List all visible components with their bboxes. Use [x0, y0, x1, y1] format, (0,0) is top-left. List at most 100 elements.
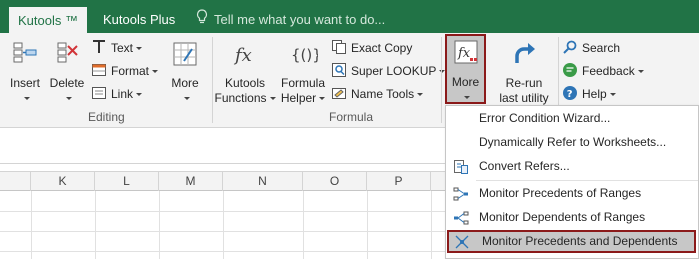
menu-item-dynamically-refer[interactable]: Dynamically Refer to Worksheets... [446, 131, 698, 154]
kutools-functions-button[interactable]: fx Kutools Functions [214, 39, 276, 106]
search-label: Search [582, 41, 621, 55]
rerun-arrow-icon [492, 39, 556, 73]
rerun-label-2: last utility [499, 91, 549, 105]
text-label: Text [111, 41, 134, 55]
dependents-icon [453, 210, 469, 226]
svg-text:{()}: {()} [291, 46, 318, 64]
chevron-down-icon [23, 97, 30, 100]
menu-item-monitor-precedents-dependents[interactable]: Monitor Precedents and Dependents [447, 230, 696, 253]
menu-item-label: Monitor Precedents of Ranges [479, 186, 642, 200]
search-icon [562, 39, 578, 55]
feedback-icon [562, 62, 578, 78]
group-separator [212, 37, 213, 123]
feedback-label: Feedback [582, 64, 635, 78]
menu-item-monitor-dependents[interactable]: Monitor Dependents of Ranges [446, 206, 698, 229]
svg-text:?: ? [567, 89, 573, 100]
link-icon [91, 85, 107, 101]
link-label: Link [111, 87, 134, 101]
link-button[interactable]: Link [91, 84, 143, 104]
menu-item-label: Monitor Precedents and Dependents [482, 234, 678, 248]
precedents-icon [453, 186, 469, 202]
chevron-down-icon [637, 70, 644, 73]
tell-me-search[interactable]: Tell me what you want to do... [196, 6, 385, 33]
exact-copy-button[interactable]: Exact Copy [331, 38, 412, 58]
formula-helper-icon: {()} [278, 39, 328, 73]
rerun-label-1: Re-run [505, 76, 543, 90]
delete-label: Delete [49, 76, 85, 90]
editing-more-label: More [171, 76, 199, 90]
delete-icon [46, 39, 88, 73]
editing-more-button[interactable]: More [163, 39, 207, 106]
insert-label: Insert [9, 76, 40, 90]
chevron-down-icon [609, 93, 616, 96]
kutools-functions-label-2: Functions [214, 91, 267, 105]
formula-more-button[interactable]: fx More [447, 38, 484, 105]
super-lookup-button[interactable]: Super LOOKUP [331, 61, 446, 81]
menu-separator [476, 180, 698, 181]
super-lookup-label: Super LOOKUP [351, 64, 437, 78]
name-tools-label: Name Tools [351, 87, 415, 101]
chevron-down-icon [319, 97, 326, 100]
menu-item-label: Convert Refers... [479, 159, 570, 173]
kutools-functions-label-1: Kutools [224, 76, 266, 90]
text-icon [91, 39, 107, 55]
tell-me-text: Tell me what you want to do... [214, 12, 386, 27]
formula-group-label: Formula [329, 110, 374, 124]
help-icon: ? [562, 85, 578, 101]
fx-more-icon: fx [447, 38, 484, 72]
feedback-button[interactable]: Feedback [562, 61, 644, 81]
menu-item-monitor-precedents[interactable]: Monitor Precedents of Ranges [446, 182, 698, 205]
rerun-last-utility-button[interactable]: Re-run last utility [492, 39, 556, 106]
column-header-o[interactable]: O [303, 172, 367, 191]
menu-item-convert-refers[interactable]: Convert Refers... [446, 155, 698, 178]
ribbon-tab-bar: Kutools ™ Kutools Plus Tell me what you … [0, 0, 699, 33]
format-icon [91, 62, 107, 78]
name-tools-icon [331, 85, 347, 101]
text-button[interactable]: Text [91, 38, 143, 58]
formula-more-label: More [451, 75, 480, 89]
convert-refers-icon [453, 159, 469, 175]
chevron-down-icon [136, 47, 143, 50]
formula-helper-label-2: Helper [280, 91, 317, 105]
name-tools-button[interactable]: Name Tools [331, 84, 424, 104]
lightbulb-icon [196, 6, 210, 33]
exact-copy-label: Exact Copy [351, 41, 413, 55]
format-button[interactable]: Format [91, 61, 159, 81]
format-label: Format [111, 64, 150, 78]
precedents-dependents-icon [454, 234, 470, 250]
chevron-down-icon [417, 93, 424, 96]
column-header-p[interactable]: P [367, 172, 431, 191]
search-button[interactable]: Search [562, 38, 620, 58]
insert-button[interactable]: Insert [6, 39, 44, 106]
tab-kutools[interactable]: Kutools ™ [9, 7, 87, 33]
column-header-l[interactable]: L [95, 172, 159, 191]
menu-item-label: Error Condition Wizard... [479, 111, 611, 125]
formula-helper-label-1: Formula [280, 76, 325, 90]
column-header-k[interactable]: K [31, 172, 95, 191]
menu-item-label: Dynamically Refer to Worksheets... [479, 135, 667, 149]
chevron-down-icon [269, 97, 276, 100]
delete-button[interactable]: Delete [46, 39, 88, 106]
group-separator [441, 37, 442, 123]
more-dropdown-menu: Error Condition Wizard... Dynamically Re… [445, 105, 699, 259]
tab-kutools-plus[interactable]: Kutools Plus [103, 6, 175, 33]
more-grid-icon [163, 39, 207, 73]
help-button[interactable]: ? Help [562, 84, 616, 104]
chevron-down-icon [464, 96, 470, 99]
column-header-partial[interactable] [0, 172, 31, 191]
svg-text:fx: fx [457, 46, 471, 61]
formula-helper-button[interactable]: {()} FormulaHelper [278, 39, 328, 106]
menu-item-error-condition-wizard[interactable]: Error Condition Wizard... [446, 107, 698, 130]
chevron-down-icon [183, 97, 190, 100]
menu-item-label: Monitor Dependents of Ranges [479, 210, 646, 224]
lookup-icon [331, 62, 347, 78]
column-header-m[interactable]: M [159, 172, 223, 191]
chevron-down-icon [65, 97, 72, 100]
fx-icon: fx [214, 39, 276, 73]
column-header-n[interactable]: N [223, 172, 303, 191]
chevron-down-icon [152, 70, 159, 73]
insert-icon [6, 39, 44, 73]
exact-copy-icon [331, 39, 347, 55]
editing-group-label: Editing [88, 110, 125, 124]
chevron-down-icon [136, 93, 143, 96]
